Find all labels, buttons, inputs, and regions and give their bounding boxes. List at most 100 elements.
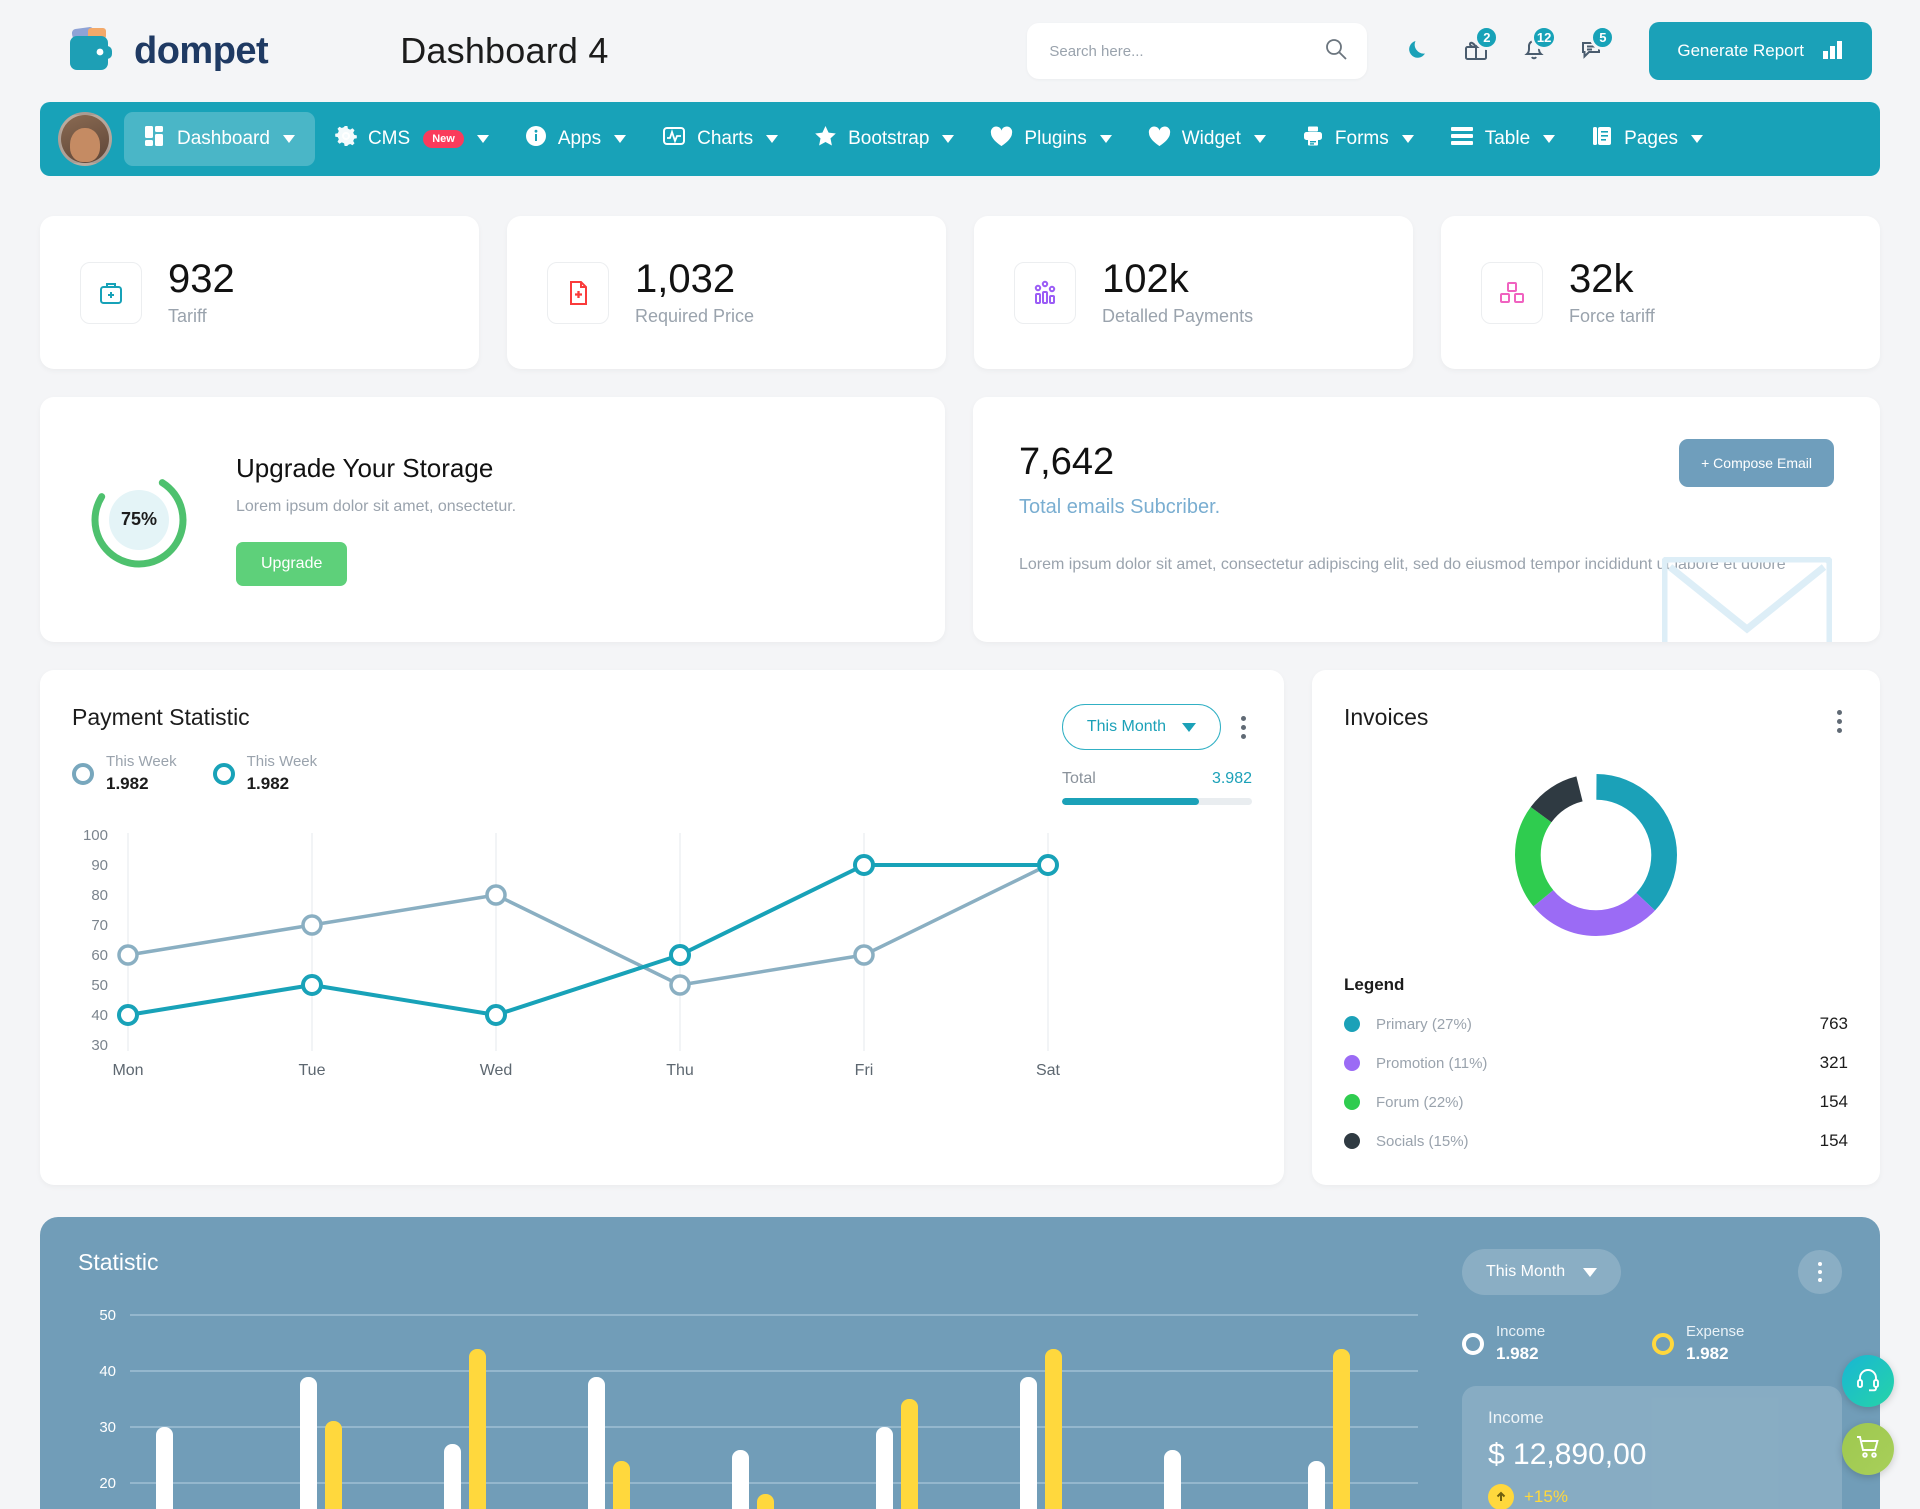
nav-item-charts[interactable]: Charts: [646, 112, 794, 166]
invoices-menu-button[interactable]: [1831, 704, 1848, 739]
payment-period-select[interactable]: This Month: [1061, 704, 1221, 750]
statistic-menu-button[interactable]: [1798, 1250, 1842, 1294]
legend-item-income[interactable]: Income 1.982: [1462, 1323, 1652, 1364]
invoices-legend-title: Legend: [1344, 975, 1405, 994]
top-header: dompet Dashboard 4 Search here... 2 12 5…: [0, 0, 1920, 102]
stat-label: Required Price: [635, 306, 755, 326]
nav-item-forms[interactable]: Forms: [1286, 112, 1430, 166]
support-fab-button[interactable]: [1842, 1355, 1894, 1407]
payment-line-chart: 100 90 80 70 60 50 40 30 Mon Tue Wed Thu…: [72, 823, 1252, 1093]
main-content: 932 Tariff 1,032 Required Price 102k Det…: [0, 176, 1920, 1185]
dark-mode-toggle[interactable]: [1389, 23, 1447, 79]
stat-cards-row: 932 Tariff 1,032 Required Price 102k Det…: [40, 216, 1880, 369]
nav-label-forms: Forms: [1334, 128, 1389, 149]
legend-value: 1.982: [246, 774, 290, 793]
search-input[interactable]: [1049, 42, 1324, 60]
chevron-down-icon: [1253, 135, 1266, 143]
grid-icon: [144, 125, 166, 153]
brand[interactable]: dompet: [60, 22, 269, 80]
page-title: Dashboard 4: [400, 30, 609, 71]
nav-label-charts: Charts: [697, 128, 754, 149]
payment-statistic-title: Payment Statistic: [72, 704, 250, 730]
moon-icon: [1405, 36, 1431, 67]
storage-percent: 75%: [120, 509, 158, 529]
nav-item-pages[interactable]: Pages: [1575, 112, 1719, 166]
nav-item-plugins[interactable]: Plugins: [974, 113, 1127, 166]
total-label: Total: [1062, 770, 1096, 787]
invoices-title: Invoices: [1344, 704, 1429, 730]
invoices-legend-item[interactable]: Forum (22%) 154: [1344, 1092, 1848, 1112]
bar-chart-icon: [1822, 39, 1844, 64]
compose-email-button[interactable]: + Compose Email: [1679, 439, 1834, 487]
user-avatar[interactable]: [58, 112, 112, 166]
svg-text:Mon: Mon: [112, 1062, 143, 1079]
upgrade-storage-card: 75% Upgrade Your Storage Lorem ipsum dol…: [40, 397, 945, 642]
messages-button[interactable]: 5: [1563, 23, 1621, 79]
heart-icon: [990, 125, 1013, 153]
star-icon: [814, 125, 837, 153]
main-navbar: Dashboard CMS New Apps Charts Bootstrap …: [40, 102, 1880, 176]
shopping-cart-icon: [1855, 1434, 1881, 1465]
legend-name: Primary (27%): [1376, 1015, 1472, 1033]
search-icon[interactable]: [1323, 36, 1349, 67]
legend-item-expense[interactable]: Expense 1.982: [1652, 1323, 1842, 1364]
stat-card-required-price: 1,032 Required Price: [507, 216, 946, 369]
invoices-legend-item[interactable]: Primary (27%) 763: [1344, 1014, 1848, 1034]
nav-item-bootstrap[interactable]: Bootstrap: [798, 112, 970, 166]
email-subscriber-card: 7,642 Total emails Subcriber. Lorem ipsu…: [973, 397, 1880, 642]
briefcase-medical-icon: [80, 261, 142, 324]
invoices-legend-item[interactable]: Promotion (11%) 321: [1344, 1053, 1848, 1073]
legend-swatch-icon: [1344, 1016, 1360, 1032]
invoices-legend: Legend Primary (27%) 763 Promotion (11%)…: [1344, 975, 1848, 1151]
nav-label-widget: Widget: [1181, 128, 1241, 149]
legend-item[interactable]: This Week 1.982: [212, 753, 317, 794]
nav-label-dashboard: Dashboard: [177, 128, 270, 149]
legend-value: 154: [1819, 1092, 1848, 1111]
book-icon: [1591, 125, 1613, 153]
stat-label: Tariff: [168, 306, 207, 326]
upgrade-button[interactable]: Upgrade: [236, 542, 348, 586]
nav-item-cms[interactable]: CMS New: [319, 112, 505, 166]
total-progress-bar: [1062, 798, 1252, 805]
payment-statistic-card: Payment Statistic This Week 1.982 This W…: [40, 670, 1284, 1185]
generate-report-label: Generate Report: [1677, 41, 1804, 60]
statistic-period-select[interactable]: This Month: [1462, 1249, 1622, 1295]
svg-text:90: 90: [91, 857, 108, 874]
search-box[interactable]: [1027, 23, 1368, 79]
invoices-card: Invoices Legend Primary (27%) 763 Promot…: [1312, 670, 1880, 1185]
nav-label-plugins: Plugins: [1024, 128, 1087, 149]
gift-button[interactable]: 2: [1447, 23, 1505, 79]
svg-text:30: 30: [99, 1419, 116, 1436]
statistic-bar-chart-area: Statistic 504030 2010: [78, 1249, 1428, 1509]
legend-item[interactable]: This Week 1.982: [72, 753, 177, 794]
nav-item-dashboard[interactable]: Dashboard: [124, 112, 315, 166]
chevron-down-icon: [942, 135, 955, 143]
charts-row: Payment Statistic This Week 1.982 This W…: [40, 670, 1880, 1185]
generate-report-button[interactable]: Generate Report: [1649, 22, 1872, 80]
legend-value: 1.982: [106, 774, 149, 793]
svg-text:Wed: Wed: [480, 1062, 513, 1079]
arrow-up-icon: [1488, 1484, 1514, 1509]
wallet-icon: [60, 22, 120, 80]
printer-icon: [1302, 125, 1324, 153]
legend-ring-icon: [1652, 1332, 1674, 1355]
notifications-button[interactable]: 12: [1505, 23, 1563, 79]
payment-menu-button[interactable]: [1235, 710, 1252, 745]
invoices-legend-item[interactable]: Socials (15%) 154: [1344, 1131, 1848, 1151]
nav-label-pages: Pages: [1624, 128, 1679, 149]
gear-icon: [335, 125, 357, 153]
statistic-side-panel: This Month Income 1.982 Expense 1.982 In…: [1462, 1249, 1842, 1509]
nav-label-bootstrap: Bootstrap: [848, 128, 930, 149]
income-delta: +15%: [1524, 1487, 1568, 1506]
legend-value: 154: [1819, 1131, 1848, 1150]
chevron-down-icon: [614, 135, 627, 143]
payment-legend: This Week 1.982 This Week 1.982: [72, 753, 317, 794]
svg-text:Tue: Tue: [299, 1062, 326, 1079]
nav-item-widget[interactable]: Widget: [1132, 113, 1282, 166]
svg-text:30: 30: [91, 1037, 108, 1054]
nav-item-apps[interactable]: Apps: [509, 112, 642, 166]
cart-fab-button[interactable]: [1842, 1423, 1894, 1475]
svg-text:20: 20: [99, 1475, 116, 1492]
svg-text:40: 40: [99, 1363, 116, 1380]
nav-item-table[interactable]: Table: [1434, 113, 1571, 165]
